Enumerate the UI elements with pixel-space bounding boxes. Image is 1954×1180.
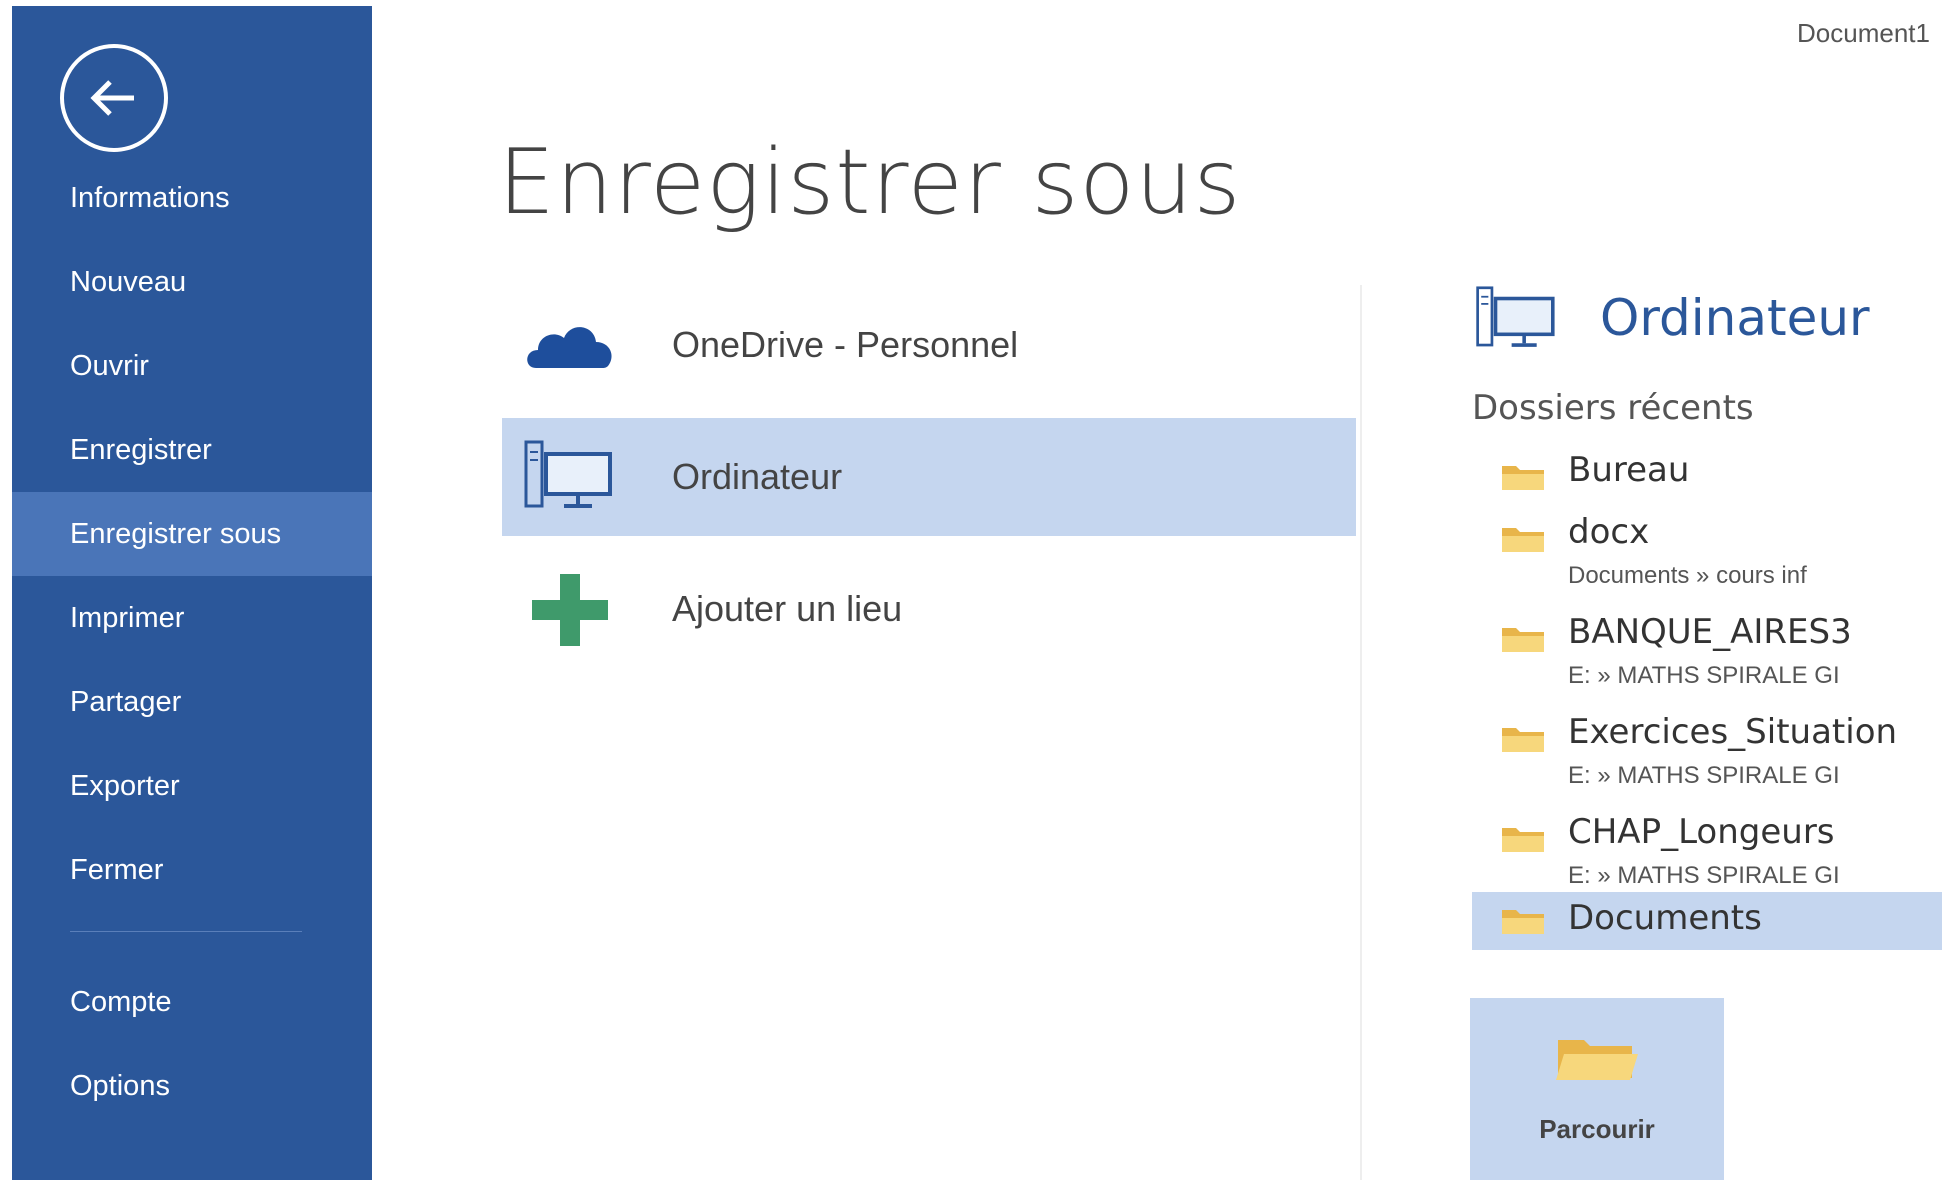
nav-partager[interactable]: Partager bbox=[12, 660, 372, 744]
nav-nouveau[interactable]: Nouveau bbox=[12, 240, 372, 324]
location-add-place[interactable]: Ajouter un lieu bbox=[502, 550, 1356, 668]
recent-folder-bureau[interactable]: Bureau bbox=[1472, 442, 1942, 502]
browse-label: Parcourir bbox=[1539, 1114, 1655, 1144]
folder-name: Bureau bbox=[1568, 450, 1690, 490]
folder-icon bbox=[1502, 828, 1544, 852]
folder-name: BANQUE_AIRES3 bbox=[1568, 612, 1852, 652]
document-name: Document1 bbox=[1797, 18, 1930, 48]
location-onedrive[interactable]: OneDrive - Personnel bbox=[502, 286, 1356, 404]
nav-compte[interactable]: Compte bbox=[12, 960, 372, 1044]
recent-folder-banque-aires3[interactable]: BANQUE_AIRES3 E: » MATHS SPIRALE GI bbox=[1472, 604, 1942, 700]
backstage-sidebar: Informations Nouveau Ouvrir Enregistrer … bbox=[12, 6, 372, 1180]
sidebar-separator bbox=[70, 931, 302, 932]
recent-folder-documents[interactable]: Documents bbox=[1472, 892, 1942, 950]
folder-path: E: » MATHS SPIRALE GI bbox=[1568, 862, 1840, 889]
folder-name: Exercices_Situation bbox=[1568, 712, 1898, 752]
location-label: OneDrive - Personnel bbox=[672, 324, 1019, 365]
location-computer[interactable]: Ordinateur bbox=[502, 418, 1356, 536]
computer-icon bbox=[524, 440, 612, 508]
open-folder-icon bbox=[1556, 1040, 1638, 1080]
recent-folders-label: Dossiers récents bbox=[1472, 388, 1754, 428]
plus-icon bbox=[532, 574, 608, 646]
recent-folder-exercices-situation[interactable]: Exercices_Situation E: » MATHS SPIRALE G… bbox=[1472, 704, 1942, 800]
folder-name: Documents bbox=[1568, 898, 1762, 938]
folder-name: docx bbox=[1568, 512, 1650, 552]
right-pane-title: Ordinateur bbox=[1600, 289, 1870, 347]
cloud-icon bbox=[527, 327, 612, 368]
folder-icon bbox=[1502, 528, 1544, 552]
back-arrow-icon bbox=[90, 80, 134, 116]
folder-path: E: » MATHS SPIRALE GI bbox=[1568, 762, 1840, 789]
nav-ouvrir[interactable]: Ouvrir bbox=[12, 324, 372, 408]
nav-enregistrer-sous[interactable]: Enregistrer sous bbox=[12, 492, 372, 576]
location-label: Ajouter un lieu bbox=[672, 588, 903, 629]
nav-exporter[interactable]: Exporter bbox=[12, 744, 372, 828]
page-title: Enregistrer sous bbox=[498, 130, 1242, 235]
folder-name: CHAP_Longeurs bbox=[1568, 812, 1835, 852]
nav-imprimer[interactable]: Imprimer bbox=[12, 576, 372, 660]
nav-fermer[interactable]: Fermer bbox=[12, 828, 372, 912]
location-label: Ordinateur bbox=[672, 456, 843, 497]
back-button[interactable] bbox=[60, 44, 168, 152]
pane-divider bbox=[1360, 285, 1362, 1180]
folder-path: Documents » cours inf bbox=[1568, 562, 1807, 589]
browse-button[interactable]: Parcourir bbox=[1470, 998, 1724, 1180]
recent-folder-docx[interactable]: docx Documents » cours inf bbox=[1472, 504, 1942, 600]
nav-informations[interactable]: Informations bbox=[12, 156, 372, 240]
nav-enregistrer[interactable]: Enregistrer bbox=[12, 408, 372, 492]
folder-icon bbox=[1502, 910, 1544, 934]
folder-icon bbox=[1502, 466, 1544, 490]
folder-path: E: » MATHS SPIRALE GI bbox=[1568, 662, 1840, 689]
recent-folder-chap-longeurs[interactable]: CHAP_Longeurs E: » MATHS SPIRALE GI bbox=[1472, 804, 1942, 900]
computer-icon bbox=[1476, 286, 1555, 347]
folder-icon bbox=[1502, 728, 1544, 752]
nav-options[interactable]: Options bbox=[12, 1044, 372, 1128]
folder-icon bbox=[1502, 628, 1544, 652]
